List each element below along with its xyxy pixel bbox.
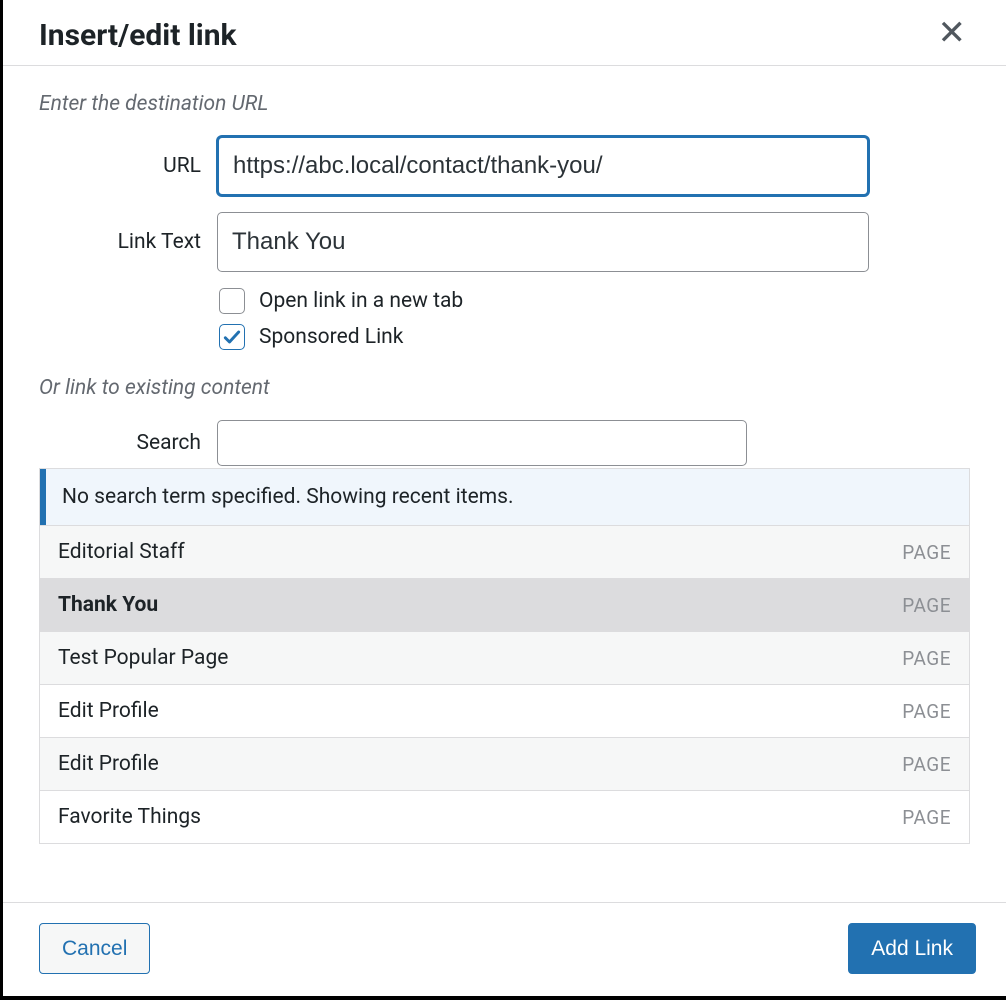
url-input[interactable] [217, 136, 869, 196]
search-result-item[interactable]: Favorite Things PAGE [40, 790, 969, 843]
search-result-item[interactable]: Edit Profile PAGE [40, 684, 969, 737]
link-text-row: Link Text [39, 212, 970, 272]
link-text-label: Link Text [39, 230, 217, 254]
url-row: URL [39, 136, 970, 196]
cancel-button[interactable]: Cancel [39, 923, 150, 974]
search-result-item[interactable]: Edit Profile PAGE [40, 737, 969, 790]
search-result-title: Editorial Staff [58, 540, 185, 564]
insert-edit-link-dialog: Insert/edit link ✕ Enter the destination… [0, 0, 1006, 1000]
search-result-type: PAGE [902, 541, 951, 564]
dialog-title: Insert/edit link [39, 18, 237, 53]
search-result-title: Test Popular Page [58, 646, 228, 670]
search-result-title: Edit Profile [58, 699, 159, 723]
sponsored-row: Sponsored Link [219, 324, 970, 350]
search-result-type: PAGE [902, 806, 951, 829]
search-results-list: Editorial StaffPAGEThank YouPAGETest Pop… [40, 525, 969, 843]
search-result-title: Thank You [58, 593, 158, 617]
search-result-title: Favorite Things [58, 805, 201, 829]
destination-url-hint: Enter the destination URL [39, 92, 970, 116]
open-new-tab-checkbox[interactable] [219, 288, 245, 314]
search-result-item[interactable]: Test Popular Page PAGE [40, 631, 969, 684]
existing-content-section: Or link to existing content Search No se… [39, 376, 970, 844]
dialog-header: Insert/edit link ✕ [3, 0, 1006, 66]
close-icon: ✕ [938, 14, 967, 52]
checkbox-area: Open link in a new tab Sponsored Link [39, 288, 970, 350]
sponsored-link-label: Sponsored Link [259, 325, 403, 349]
url-label: URL [39, 154, 217, 178]
link-text-input[interactable] [217, 212, 869, 272]
search-label: Search [39, 431, 217, 455]
add-link-button[interactable]: Add Link [848, 923, 976, 974]
search-result-item[interactable]: Editorial Staff PAGE [40, 525, 969, 578]
search-input[interactable] [217, 420, 747, 466]
search-row: Search [39, 420, 970, 466]
search-results-banner: No search term specified. Showing recent… [40, 469, 969, 525]
open-new-tab-row: Open link in a new tab [219, 288, 970, 314]
sponsored-link-checkbox[interactable] [219, 324, 245, 350]
search-result-type: PAGE [902, 594, 951, 617]
dialog-footer: Cancel Add Link [3, 902, 1006, 996]
close-button[interactable]: ✕ [934, 16, 971, 50]
search-result-type: PAGE [902, 700, 951, 723]
search-results: No search term specified. Showing recent… [39, 468, 970, 844]
dialog-body: Enter the destination URL URL Link Text … [3, 66, 1006, 902]
existing-content-hint: Or link to existing content [39, 376, 970, 400]
open-new-tab-label: Open link in a new tab [259, 289, 463, 313]
search-result-title: Edit Profile [58, 752, 159, 776]
search-result-type: PAGE [902, 647, 951, 670]
search-result-type: PAGE [902, 753, 951, 776]
search-result-item[interactable]: Thank You PAGE [40, 578, 969, 631]
